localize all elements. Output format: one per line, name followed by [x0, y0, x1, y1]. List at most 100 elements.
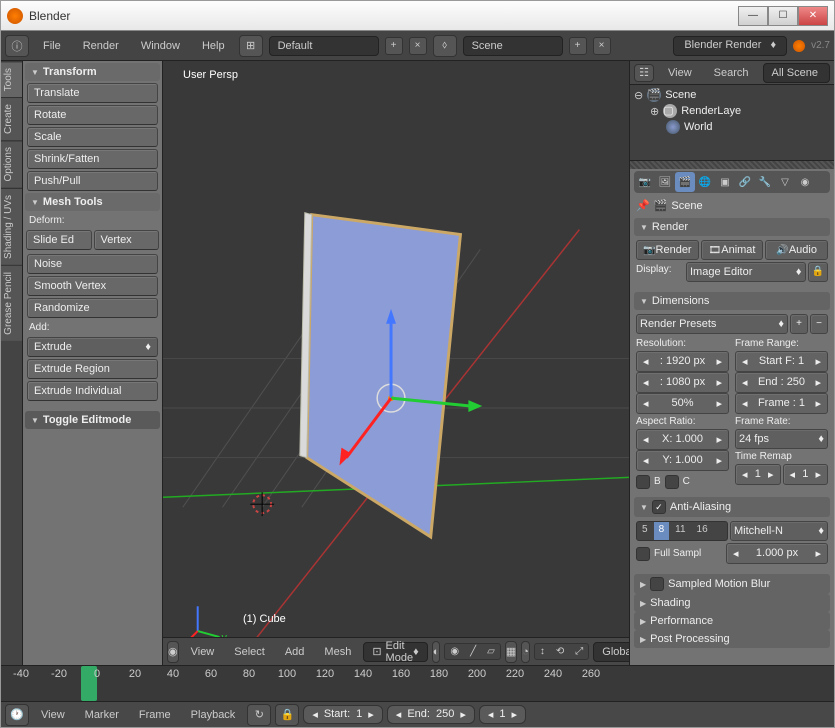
scene-browse-icon[interactable]: ⬨ [433, 35, 457, 57]
ptab-render-icon[interactable]: 📷 [635, 172, 655, 192]
timeline-view-menu[interactable]: View [33, 705, 73, 725]
slide-vertex-button[interactable]: Vertex [94, 230, 160, 250]
help-menu[interactable]: Help [194, 36, 233, 56]
timeline-sync-icon[interactable]: ↻ [247, 704, 271, 726]
orientation-dropdown[interactable]: Global [593, 642, 629, 662]
rail-tab-shading-uvs[interactable]: Shading / UVs [1, 188, 22, 265]
rail-tab-create[interactable]: Create [1, 97, 22, 140]
ptab-world-icon[interactable]: 🌐 [695, 172, 715, 192]
remap-new-field[interactable]: ◂1▸ [783, 464, 829, 485]
ptab-scene-icon[interactable]: 🎬 [675, 172, 695, 192]
post-processing-panel-header[interactable]: Post Processing [634, 630, 830, 648]
mesh-menu[interactable]: Mesh [316, 642, 359, 662]
remove-layout-button[interactable]: × [409, 37, 427, 55]
outliner-item-scene[interactable]: ⊖🎬Scene [634, 87, 830, 103]
aspect-y-field[interactable]: ◂Y: 1.000▸ [636, 450, 729, 471]
shading-mode-icon[interactable]: ◐ [432, 641, 441, 663]
smooth-vertex-button[interactable]: Smooth Vertex [27, 276, 158, 296]
render-button[interactable]: 📷Render [636, 240, 699, 260]
ptab-material-icon[interactable]: ◉ [795, 172, 815, 192]
timeline-marker-menu[interactable]: Marker [77, 705, 127, 725]
rail-tab-options[interactable]: Options [1, 140, 22, 187]
push-pull-button[interactable]: Push/Pull [27, 171, 158, 191]
shading-panel-header[interactable]: Shading [634, 594, 830, 612]
timeline-frame-menu[interactable]: Frame [131, 705, 179, 725]
resolution-pct-field[interactable]: ◂50%▸ [636, 393, 729, 414]
3d-viewport[interactable]: y User Persp (1) Cube ◉ View Select Add … [163, 61, 629, 665]
ptab-renderlayers-icon[interactable]: 🖼 [655, 172, 675, 192]
performance-panel-header[interactable]: Performance [634, 612, 830, 630]
aa-5-button[interactable]: 5 [637, 522, 653, 540]
antialias-panel-header[interactable]: ✓Anti-Aliasing [634, 497, 830, 517]
scale-button[interactable]: Scale [27, 127, 158, 147]
timeline-ruler[interactable]: -40-200204060801001201401601802002202402… [1, 666, 834, 701]
aa-size-field[interactable]: ◂1.000 px▸ [726, 543, 828, 564]
display-lock-icon[interactable]: 🔒 [808, 262, 828, 282]
extrude-region-button[interactable]: Extrude Region [27, 359, 158, 379]
render-audio-button[interactable]: 🔊Audio [765, 240, 828, 260]
frame-step-field[interactable]: ◂Frame : 1▸ [735, 393, 828, 414]
layout-icon[interactable]: ⊞ [239, 35, 263, 57]
render-anim-button[interactable]: 🎞Animat [701, 240, 764, 260]
outliner-item-world[interactable]: World [634, 119, 830, 135]
resolution-x-field[interactable]: ◂: 1920 px▸ [636, 351, 729, 372]
select-mode-buttons[interactable]: ◉╱▱ [444, 643, 500, 660]
view-menu[interactable]: View [183, 642, 223, 662]
start-frame-field[interactable]: ◂Start F: 1▸ [735, 351, 828, 372]
screen-layout-dropdown[interactable]: Default [269, 36, 379, 56]
pin-icon[interactable]: 📌 [636, 199, 650, 212]
minimize-button[interactable]: — [738, 6, 768, 26]
aa-enable-checkbox[interactable]: ✓ [652, 500, 666, 514]
start-frame-spinner[interactable]: ◂Start:1▸ [303, 705, 382, 724]
extrude-individual-button[interactable]: Extrude Individual [27, 381, 158, 401]
current-frame-spinner[interactable]: ◂1▸ [479, 705, 526, 724]
rail-tab-grease-pencil[interactable]: Grease Pencil [1, 265, 22, 341]
render-presets-dropdown[interactable]: Render Presets♦ [636, 314, 788, 334]
preset-add-button[interactable]: + [790, 314, 808, 334]
select-menu[interactable]: Select [226, 642, 273, 662]
window-menu[interactable]: Window [133, 36, 188, 56]
rail-tab-tools[interactable]: Tools [1, 61, 22, 97]
slide-edge-button[interactable]: Slide Ed [26, 230, 92, 250]
proportional-edit-icon[interactable]: ◔ [521, 641, 530, 663]
outliner-filter-dropdown[interactable]: All Scene [763, 63, 830, 83]
fps-dropdown[interactable]: 24 fps♦ [735, 429, 828, 449]
area-splitter[interactable] [630, 161, 834, 169]
border-checkbox[interactable] [636, 475, 650, 489]
manipulator-toggles[interactable]: ↕⟲⤢ [534, 643, 589, 660]
remove-scene-button[interactable]: × [593, 37, 611, 55]
operator-panel-header[interactable]: Toggle Editmode [25, 411, 160, 429]
limit-visible-icon[interactable]: ▦ [505, 641, 517, 663]
display-dropdown[interactable]: Image Editor♦ [686, 262, 806, 282]
maximize-button[interactable]: ☐ [768, 6, 798, 26]
extrude-button[interactable]: Extrude♦ [27, 337, 158, 357]
dimensions-panel-header[interactable]: Dimensions [634, 292, 830, 310]
aspect-x-field[interactable]: ◂X: 1.000▸ [636, 429, 729, 450]
cube-face[interactable] [307, 215, 461, 537]
timeline-lock-icon[interactable]: 🔒 [275, 704, 299, 726]
add-scene-button[interactable]: + [569, 37, 587, 55]
outliner-item-renderlayers[interactable]: ⊕▢RenderLaye [634, 103, 830, 119]
noise-button[interactable]: Noise [27, 254, 158, 274]
aa-16-button[interactable]: 16 [692, 522, 713, 540]
sampled-motion-blur-panel-header[interactable]: Sampled Motion Blur [634, 574, 830, 594]
translate-button[interactable]: Translate [27, 83, 158, 103]
remap-old-field[interactable]: ◂1▸ [735, 464, 781, 485]
close-button[interactable]: ✕ [798, 6, 828, 26]
end-frame-spinner[interactable]: ◂End:250▸ [387, 705, 475, 724]
randomize-button[interactable]: Randomize [27, 298, 158, 318]
timeline-playback-menu[interactable]: Playback [183, 705, 244, 725]
aa-11-button[interactable]: 11 [670, 522, 690, 540]
render-panel-header[interactable]: Render [634, 218, 830, 236]
outliner-view-menu[interactable]: View [660, 63, 700, 83]
ptab-modifiers-icon[interactable]: 🔧 [755, 172, 775, 192]
transform-panel-header[interactable]: Transform [25, 63, 160, 81]
viewport-editor-type-icon[interactable]: ◉ [167, 641, 179, 663]
shrink-fatten-button[interactable]: Shrink/Fatten [27, 149, 158, 169]
preset-remove-button[interactable]: − [810, 314, 828, 334]
aa-filter-dropdown[interactable]: Mitchell-N♦ [730, 521, 828, 541]
aa-8-button[interactable]: 8 [654, 522, 670, 540]
smb-checkbox[interactable] [650, 577, 664, 591]
resolution-y-field[interactable]: ◂: 1080 px▸ [636, 372, 729, 393]
scene-dropdown[interactable]: Scene [463, 36, 563, 56]
